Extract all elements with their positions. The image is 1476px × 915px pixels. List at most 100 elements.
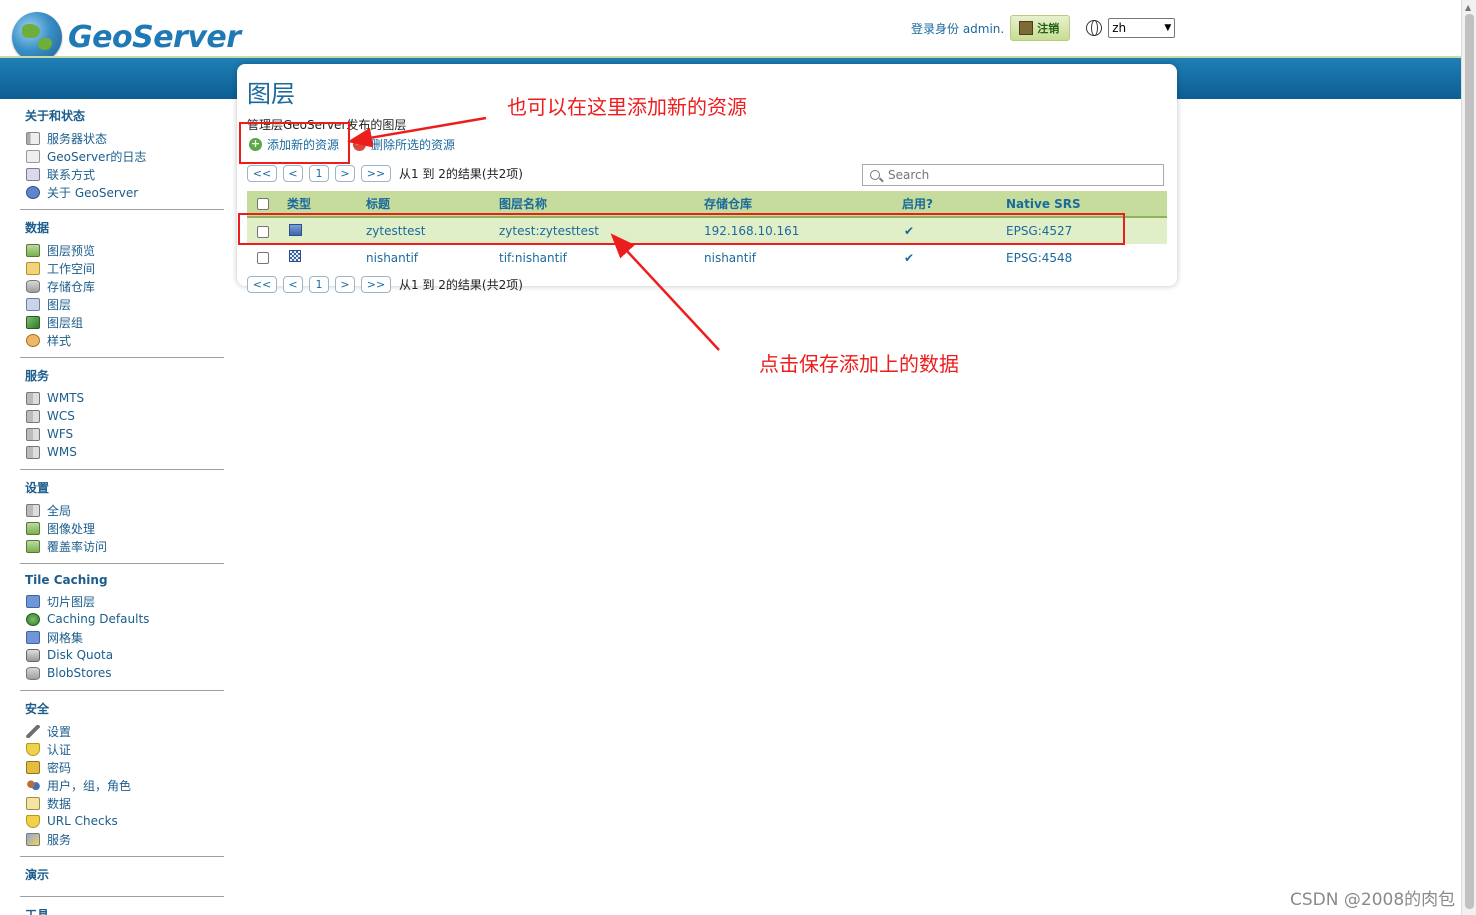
nav-item-styles[interactable]: 样式 xyxy=(20,331,224,349)
language-select[interactable]: zh ▼ xyxy=(1108,18,1176,38)
nav-section-demos: 演示 xyxy=(20,864,224,897)
annotation-box-add-resource xyxy=(239,122,350,164)
pager-prev-button[interactable]: < xyxy=(283,276,303,293)
nav-item-disk-quota[interactable]: Disk Quota xyxy=(20,646,224,664)
geoserver-globe-icon xyxy=(12,12,62,62)
nav-item-label: WMTS xyxy=(47,391,85,405)
nav-item-label: 服务 xyxy=(47,832,72,847)
nav-item-authentication[interactable]: 认证 xyxy=(20,740,224,758)
nav-item-users-groups-roles[interactable]: 用户，组，角色 xyxy=(20,776,224,794)
nav-item-server-status[interactable]: 服务器状态 xyxy=(20,129,224,147)
row-checkbox[interactable] xyxy=(257,252,269,264)
nav-item-label: 覆盖率访问 xyxy=(47,539,108,554)
nav-item-tile-layers[interactable]: 切片图层 xyxy=(20,592,224,610)
language-globe-icon xyxy=(1086,20,1103,36)
nav-item-logs[interactable]: GeoServer的日志 xyxy=(20,147,224,165)
logo-text: GeoServer xyxy=(68,19,241,55)
nav-section-about: 关于和状态 服务器状态 GeoServer的日志 联系方式 关于 GeoServ… xyxy=(20,105,224,210)
remove-icon: − xyxy=(353,137,367,151)
nav-item-contact[interactable]: 联系方式 xyxy=(20,165,224,183)
nav-item-coverage-access[interactable]: 覆盖率访问 xyxy=(20,537,224,555)
nav-item-wmts[interactable]: WMTS xyxy=(20,389,224,407)
nav-title-settings: 设置 xyxy=(25,481,50,495)
pager-next-button[interactable]: > xyxy=(335,165,355,182)
logout-icon xyxy=(1019,21,1034,35)
nav-title-about: 关于和状态 xyxy=(25,109,86,123)
nav-item-url-checks[interactable]: URL Checks xyxy=(20,812,224,830)
nav-item-passwords[interactable]: 密码 xyxy=(20,758,224,776)
nav-title-tools[interactable]: 工具 xyxy=(20,904,224,915)
global-settings-icon xyxy=(26,503,40,517)
style-icon xyxy=(26,333,40,347)
nav-item-caching-defaults[interactable]: Caching Defaults xyxy=(20,610,224,628)
data-security-icon xyxy=(26,796,40,810)
nav-item-wms[interactable]: WMS xyxy=(20,443,224,461)
pager-prev-button[interactable]: < xyxy=(283,165,303,182)
user-area: 登录身份 admin. 注销 zh ▼ xyxy=(911,15,1176,41)
nav-item-blobstores[interactable]: BlobStores xyxy=(20,664,224,682)
pager-page-button[interactable]: 1 xyxy=(309,165,329,182)
geoserver-logo[interactable]: GeoServer xyxy=(12,12,241,62)
contact-icon xyxy=(26,167,40,181)
nav-item-label: 全局 xyxy=(47,503,72,518)
scrollbar-thumb[interactable] xyxy=(1465,14,1474,909)
row-select-cell xyxy=(247,244,287,271)
raster-layer-icon xyxy=(289,250,301,262)
nav-item-label: 数据 xyxy=(47,796,72,811)
nav-item-label: 工作空间 xyxy=(47,261,96,276)
nav-item-layer-preview[interactable]: 图层预览 xyxy=(20,241,224,259)
nav-item-workspaces[interactable]: 工作空间 xyxy=(20,259,224,277)
watermark: CSDN @2008的肉包 xyxy=(1290,890,1456,910)
search-input[interactable] xyxy=(888,168,1148,182)
pager-info: 从1 到 2的结果(共2项) xyxy=(399,167,523,181)
nav-item-label: WCS xyxy=(47,409,75,423)
nav-item-service-security[interactable]: 服务 xyxy=(20,830,224,848)
pager-page-button[interactable]: 1 xyxy=(309,276,329,293)
table-row[interactable]: nishantif tif:nishantif nishantif ✔ EPSG… xyxy=(247,244,1167,271)
scroll-up-icon[interactable]: ▲ xyxy=(1465,3,1471,12)
top-header: GeoServer 登录身份 admin. 注销 zh ▼ xyxy=(0,0,1461,62)
language-value: zh xyxy=(1112,21,1127,35)
logout-button[interactable]: 注销 xyxy=(1010,15,1071,41)
globe-defaults-icon xyxy=(26,612,40,626)
pager-first-button[interactable]: << xyxy=(247,165,277,182)
pager-last-button[interactable]: >> xyxy=(361,276,391,293)
service-icon xyxy=(26,427,40,441)
shield-icon xyxy=(26,742,40,756)
nav-item-stores[interactable]: 存储仓库 xyxy=(20,277,224,295)
pager-next-button[interactable]: > xyxy=(335,276,355,293)
nav-item-wfs[interactable]: WFS xyxy=(20,425,224,443)
nav-item-wcs[interactable]: WCS xyxy=(20,407,224,425)
nav-item-gridsets[interactable]: 网格集 xyxy=(20,628,224,646)
nav-item-label: Disk Quota xyxy=(47,648,114,662)
chevron-down-icon: ▼ xyxy=(1164,23,1172,33)
page-title: 图层 xyxy=(247,80,295,108)
service-icon xyxy=(26,409,40,423)
nav-item-label: 密码 xyxy=(47,760,72,775)
nav-item-data-security[interactable]: 数据 xyxy=(20,794,224,812)
layer-name-cell[interactable]: tif:nishantif xyxy=(499,244,704,271)
login-status: 登录身份 admin. xyxy=(911,21,1005,36)
nav-item-security-settings[interactable]: 设置 xyxy=(20,722,224,740)
image-processing-icon xyxy=(26,521,40,535)
pager-first-button[interactable]: << xyxy=(247,276,277,293)
pager-last-button[interactable]: >> xyxy=(361,165,391,182)
vertical-scrollbar[interactable]: ▲ xyxy=(1461,0,1476,915)
nav-item-global[interactable]: 全局 xyxy=(20,501,224,519)
nav-section-data: 数据 图层预览 工作空间 存储仓库 图层 图层组 样式 xyxy=(20,217,224,358)
select-all-checkbox[interactable] xyxy=(257,198,269,210)
nav-item-layers[interactable]: 图层 xyxy=(20,295,224,313)
search-icon xyxy=(870,170,880,180)
title-cell[interactable]: nishantif xyxy=(366,244,499,271)
nav-item-image-processing[interactable]: 图像处理 xyxy=(20,519,224,537)
nav-item-about[interactable]: 关于 GeoServer xyxy=(20,183,224,201)
remove-selected-link[interactable]: − 删除所选的资源 xyxy=(353,136,455,153)
folder-icon xyxy=(26,261,40,275)
nav-title-demos[interactable]: 演示 xyxy=(20,864,224,888)
store-cell[interactable]: nishantif xyxy=(704,244,902,271)
search-field[interactable] xyxy=(862,164,1164,186)
nav-section-tools: 工具 xyxy=(20,904,224,915)
layer-icon xyxy=(26,297,40,311)
srs-cell: EPSG:4548 xyxy=(1006,250,1073,265)
nav-item-layer-groups[interactable]: 图层组 xyxy=(20,313,224,331)
